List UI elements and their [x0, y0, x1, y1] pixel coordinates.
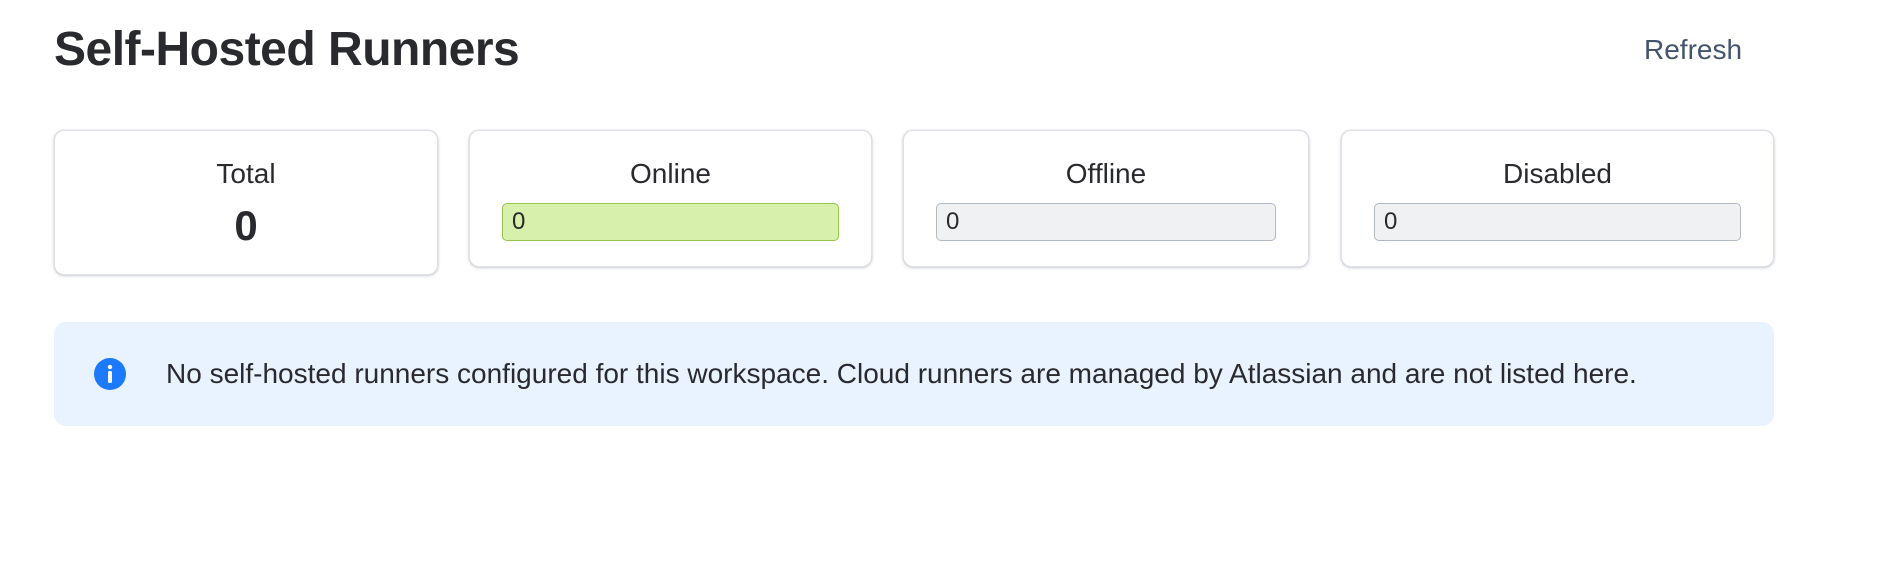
- stat-label-online: Online: [630, 158, 711, 189]
- stat-value-online: 0: [502, 203, 839, 241]
- stat-card-disabled: Disabled 0: [1341, 130, 1774, 267]
- refresh-button[interactable]: Refresh: [1632, 28, 1754, 72]
- stat-label-total: Total: [216, 158, 276, 189]
- stat-value-disabled: 0: [1374, 203, 1741, 241]
- info-icon: [94, 358, 126, 390]
- stat-label-disabled: Disabled: [1503, 158, 1612, 189]
- page-title: Self-Hosted Runners: [54, 23, 520, 76]
- info-banner: No self-hosted runners configured for th…: [54, 322, 1774, 426]
- stat-value-offline: 0: [936, 203, 1276, 241]
- stat-card-total: Total 0: [54, 130, 438, 275]
- stat-value-total: 0: [234, 202, 258, 249]
- runners-page: Self-Hosted Runners Refresh Total 0 Onli…: [0, 0, 1894, 564]
- stat-card-online: Online 0: [469, 130, 872, 267]
- stat-label-offline: Offline: [1065, 158, 1147, 189]
- stat-card-offline: Offline 0: [903, 130, 1309, 267]
- info-message: No self-hosted runners configured for th…: [166, 358, 1637, 389]
